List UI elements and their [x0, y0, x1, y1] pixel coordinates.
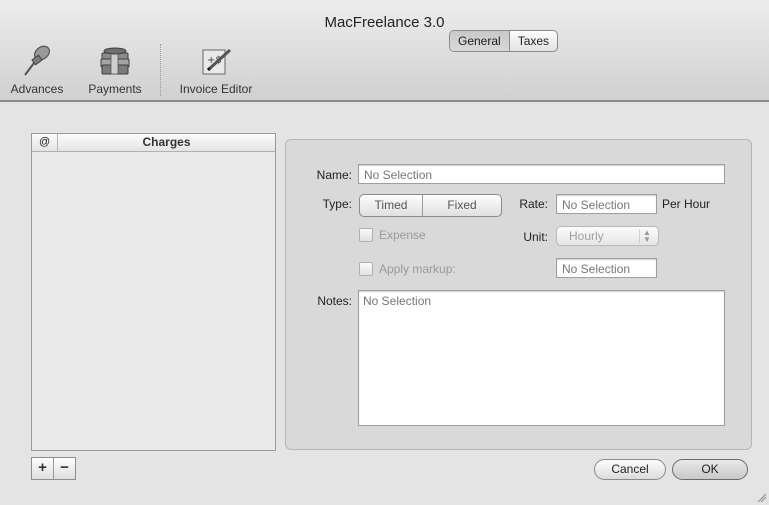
- add-charge-button[interactable]: +: [32, 458, 53, 479]
- toolbar-invoice-editor[interactable]: +$ Invoice Editor: [170, 44, 262, 96]
- rate-field[interactable]: No Selection: [556, 194, 657, 214]
- expense-checkbox-box[interactable]: [359, 228, 373, 242]
- toolbar-advances[interactable]: Advances: [4, 44, 70, 96]
- window-title: MacFreelance 3.0: [324, 14, 445, 31]
- rate-label: Rate:: [519, 197, 548, 211]
- rate-unit-label: Per Hour: [662, 197, 711, 211]
- toolbar-invoice-editor-label: Invoice Editor: [179, 82, 253, 96]
- name-label: Name:: [316, 168, 352, 182]
- popup-arrows-icon: ▲ ▼: [639, 229, 654, 244]
- notes-textarea[interactable]: No Selection: [358, 290, 725, 426]
- expense-label: Expense: [379, 228, 426, 242]
- unit-label: Unit:: [523, 230, 548, 244]
- tab-bar: General Taxes: [449, 30, 559, 52]
- notes-label: Notes:: [317, 294, 352, 308]
- money-stack-icon: [100, 47, 130, 75]
- charges-table[interactable]: @ Charges: [31, 133, 276, 451]
- unit-popup[interactable]: Hourly ▲ ▼: [556, 226, 659, 246]
- charges-table-header: @ Charges: [32, 134, 275, 152]
- type-label: Type:: [322, 197, 352, 211]
- column-header-at[interactable]: @: [32, 134, 58, 151]
- remove-charge-button[interactable]: −: [53, 458, 75, 479]
- expense-checkbox[interactable]: Expense: [359, 228, 426, 242]
- type-fixed-option[interactable]: Fixed: [422, 195, 501, 216]
- ok-button[interactable]: OK: [672, 459, 748, 480]
- title-toolbar: MacFreelance 3.0 Advances Payments +$ In…: [0, 0, 769, 102]
- unit-popup-value: Hourly: [569, 229, 604, 243]
- type-segmented-control: Timed Fixed: [359, 194, 502, 217]
- cancel-button[interactable]: Cancel: [594, 459, 666, 480]
- charges-table-body[interactable]: [32, 152, 275, 450]
- name-field[interactable]: No Selection: [358, 164, 725, 184]
- app-window: MacFreelance 3.0 Advances Payments +$ In…: [0, 0, 769, 505]
- apply-markup-checkbox[interactable]: Apply markup:: [359, 262, 456, 276]
- apply-markup-label: Apply markup:: [379, 262, 456, 276]
- toolbar-separator: [160, 44, 162, 96]
- toolbar-advances-label: Advances: [10, 82, 64, 96]
- toolbar-payments[interactable]: Payments: [80, 44, 150, 96]
- apply-markup-checkbox-box[interactable]: [359, 262, 373, 276]
- toolbar-payments-label: Payments: [88, 82, 142, 96]
- pushpin-icon: [24, 45, 51, 76]
- tab-taxes[interactable]: Taxes: [510, 31, 557, 51]
- tab-general[interactable]: General: [450, 31, 510, 51]
- add-remove-control: + −: [31, 457, 76, 480]
- type-timed-option[interactable]: Timed: [360, 195, 422, 216]
- column-header-charges[interactable]: Charges: [58, 134, 275, 151]
- resize-grip-icon[interactable]: [756, 492, 766, 502]
- invoice-pencil-icon: +$: [202, 48, 232, 75]
- markup-field[interactable]: No Selection: [556, 258, 657, 278]
